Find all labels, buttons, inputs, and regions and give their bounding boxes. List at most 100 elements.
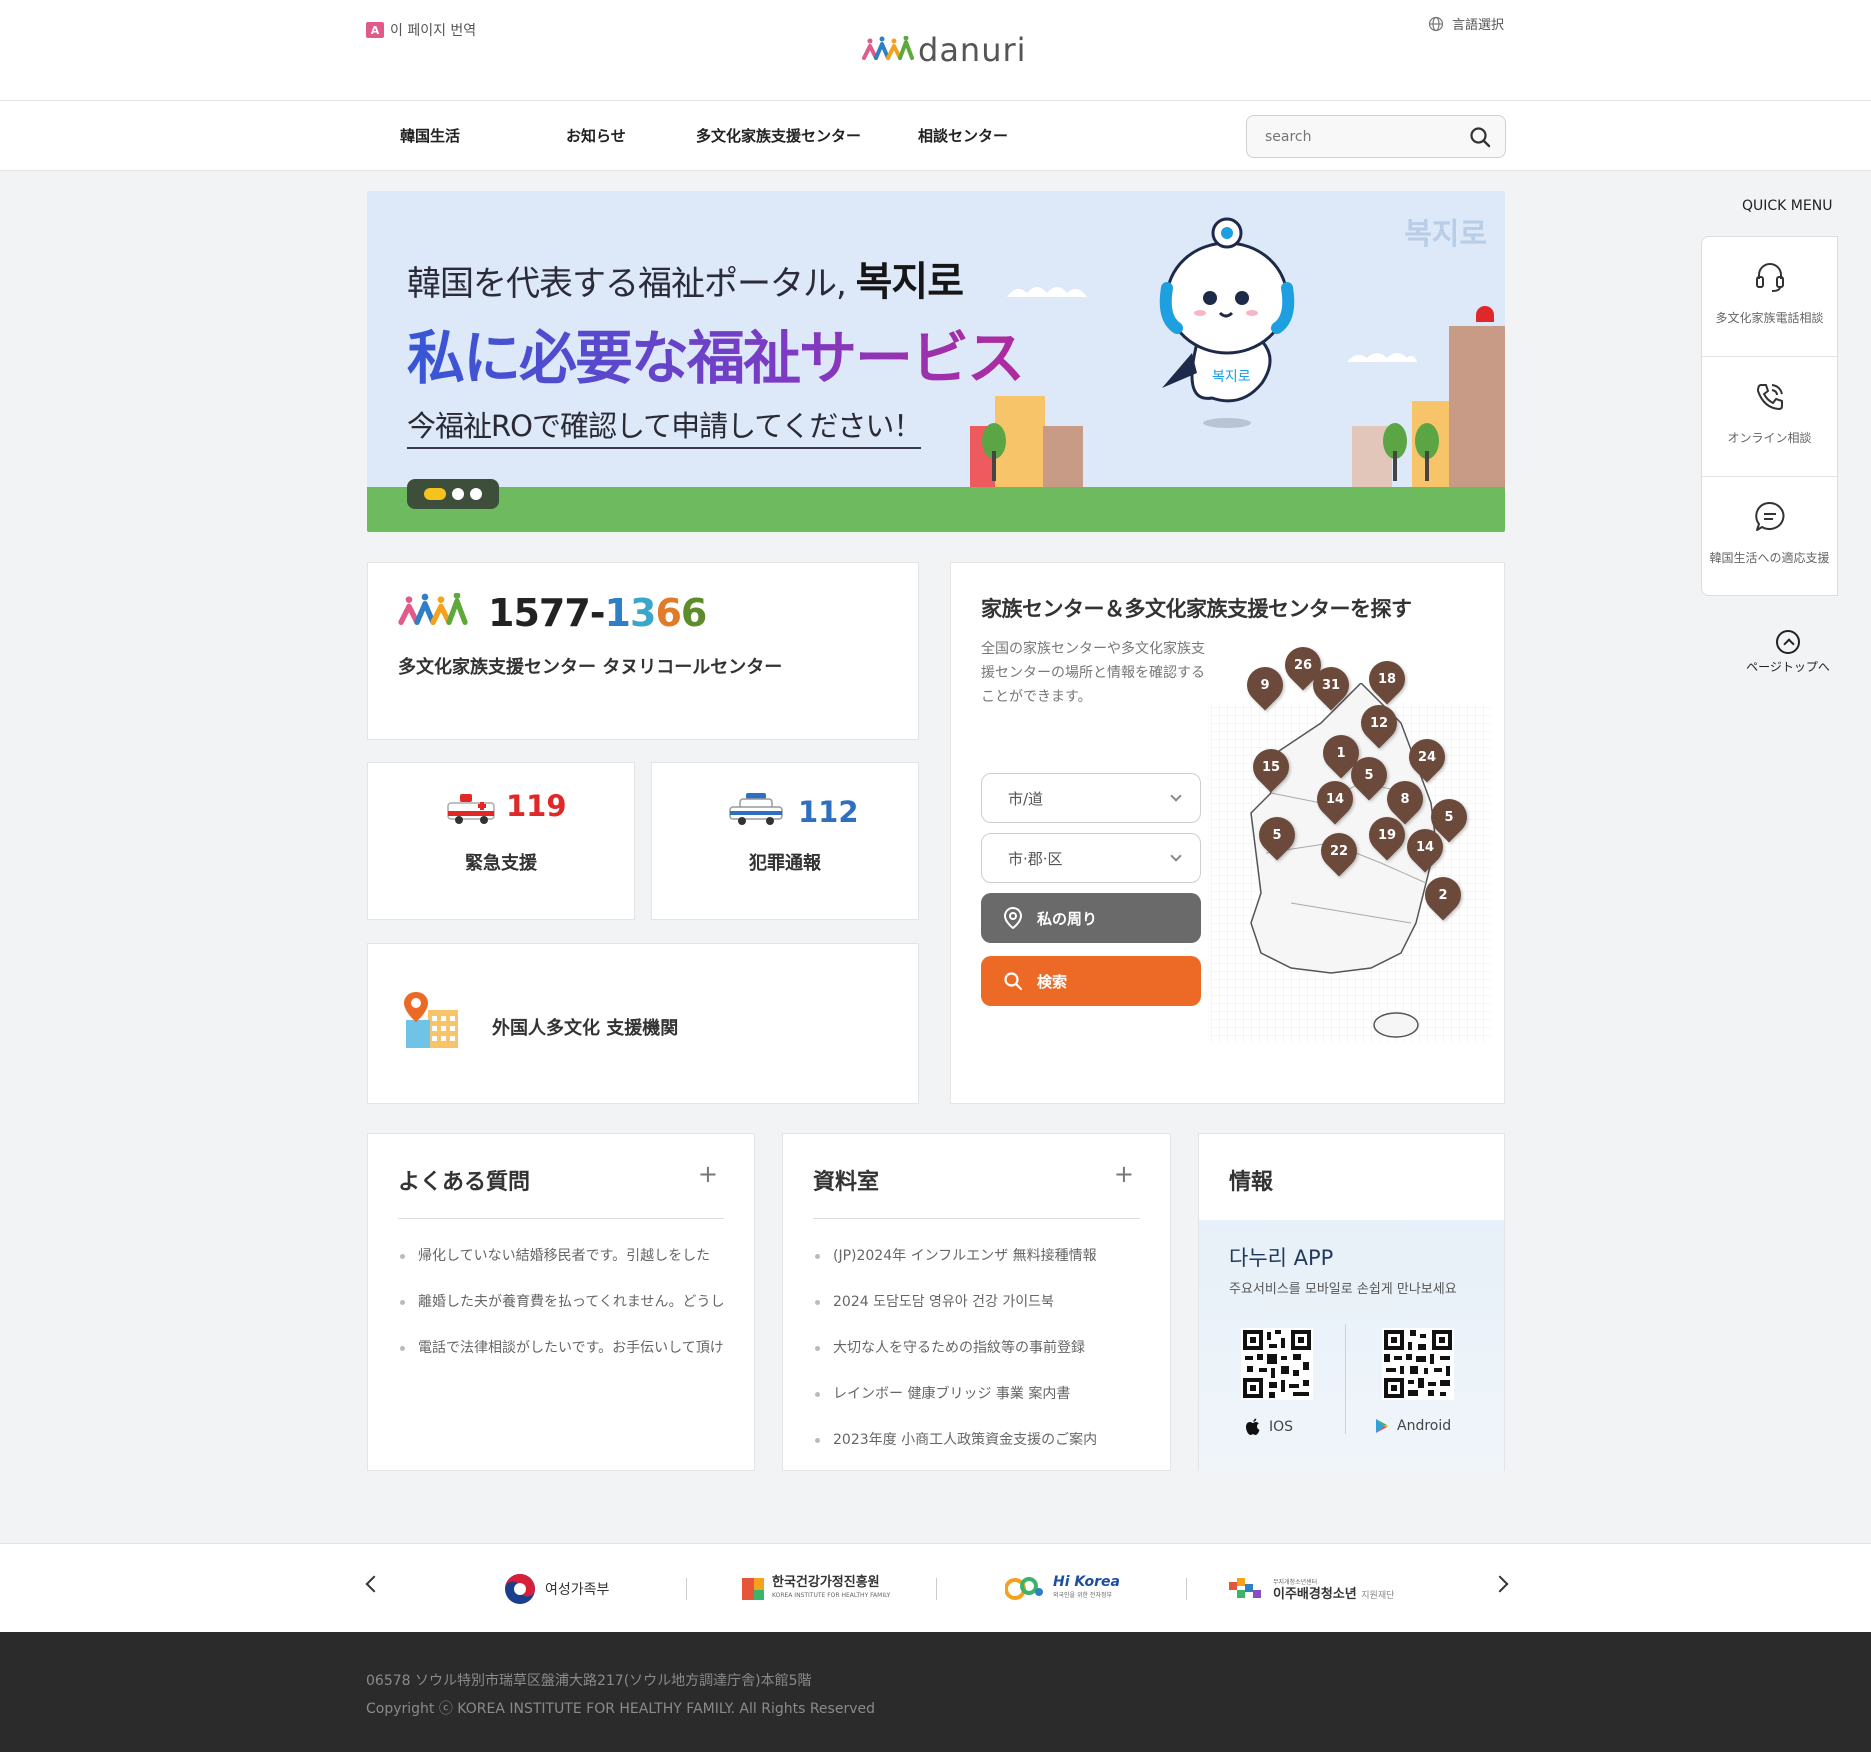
map-pin[interactable]: 14 <box>1309 773 1361 825</box>
city-select[interactable]: 市/道 <box>981 773 1201 823</box>
map-pin-count: 14 <box>1325 791 1345 807</box>
library-item[interactable]: 大切な人を守るための指紋等の事前登録 <box>813 1338 1140 1384</box>
partner-kihf[interactable]: 한국건강가정진흥원 KOREA INSTITUTE FOR HEALTHY FA… <box>742 1574 890 1604</box>
banner-watermark: 복지로 <box>1404 217 1487 252</box>
main-nav: 韓国生活 お知らせ 多文化家族支援センター 相談センター <box>0 101 1871 171</box>
map-pin-count: 8 <box>1400 791 1410 807</box>
call-center-card[interactable]: 1577-1366 多文化家族支援センター タヌリコールセンター <box>367 562 919 740</box>
map-pin[interactable]: 24 <box>1401 731 1453 783</box>
chevron-right-icon[interactable] <box>1491 1575 1509 1593</box>
slide-dot[interactable] <box>452 488 464 500</box>
mascot-character-icon: 복지로 <box>1159 217 1295 428</box>
foreign-support-card[interactable]: 外国人多文化 支援機関 <box>367 943 919 1104</box>
android-qr-code-icon[interactable] <box>1382 1328 1454 1400</box>
map-pin[interactable]: 12 <box>1353 697 1405 749</box>
map-pin[interactable]: 22 <box>1313 825 1365 877</box>
ios-qr-code-icon[interactable] <box>1241 1328 1313 1400</box>
slide-dot[interactable] <box>470 488 482 500</box>
library-item[interactable]: 2024 도담도담 영유아 건강 가이드북 <box>813 1292 1140 1338</box>
police-car-icon <box>729 793 783 825</box>
slide-indicator <box>407 479 499 509</box>
site-footer: 06578 ソウル特別市瑞草区盤浦大路217(ソウル地方調達庁舎)本館5階 Co… <box>0 1632 1871 1752</box>
app-promo: 다누리 APP 주요서비스를 모바일로 손쉽게 만나보세요 IOS Androi… <box>1199 1220 1504 1472</box>
library-item[interactable]: 2023年度 小商工人政策資金支援のご案内 <box>813 1430 1140 1476</box>
top-header: A 이 페이지 번역 danuri 言語選択 <box>0 0 1871 101</box>
language-select[interactable]: 言語選択 <box>1428 14 1504 33</box>
map-pin-count: 15 <box>1261 759 1281 775</box>
app-title: 다누리 APP <box>1229 1246 1334 1270</box>
cloud-icon <box>1007 287 1087 297</box>
translate-link[interactable]: A 이 페이지 번역 <box>366 20 476 40</box>
faq-item[interactable]: 電話で法律相談がしたいです。お手伝いして頂け <box>398 1338 724 1384</box>
map-pin[interactable]: 9 <box>1239 659 1291 711</box>
map-pin-count: 19 <box>1377 827 1397 843</box>
search-box <box>1246 115 1506 158</box>
divider <box>398 1218 724 1219</box>
library-title: 資料室 <box>813 1170 880 1195</box>
nav-counsel-center[interactable]: 相談センター <box>918 125 1008 146</box>
district-select[interactable]: 市·郡·区 <box>981 833 1201 883</box>
library-item[interactable]: (JP)2024年 インフルエンザ 無料接種情報 <box>813 1246 1140 1292</box>
emergency-119-card[interactable]: 119 緊急支援 <box>367 762 635 920</box>
faq-more-button[interactable]: + <box>698 1160 718 1188</box>
nearby-button[interactable]: 私の周り <box>981 893 1201 943</box>
map-pin[interactable]: 18 <box>1361 653 1413 705</box>
map-pin[interactable]: 15 <box>1245 741 1297 793</box>
map-pin[interactable]: 14 <box>1399 821 1451 873</box>
police-112-number: 112 <box>798 795 859 829</box>
library-item[interactable]: レインボー 健康ブリッジ 事業 案内書 <box>813 1384 1140 1430</box>
search-icon[interactable] <box>1469 126 1491 148</box>
partner-mogef[interactable]: 여성가족부 <box>503 1574 609 1604</box>
nav-family-center[interactable]: 多文化家族支援センター <box>696 125 861 146</box>
faq-item[interactable]: 離婚した夫が養育費を払ってくれません。どうし <box>398 1292 724 1338</box>
center-finder-card: 家族センター＆多文化家族支援センターを探す 全国の家族センターや多文化家族支援セ… <box>950 562 1505 1104</box>
chevron-down-icon <box>1170 850 1182 862</box>
app-description: 주요서비스를 모바일로 손쉽게 만나보세요 <box>1229 1282 1457 1297</box>
danuri-waves-icon <box>398 593 468 625</box>
info-title: 情報 <box>1229 1170 1274 1195</box>
map-pin[interactable]: 19 <box>1361 809 1413 861</box>
tree-icon <box>1383 423 1407 481</box>
quick-item-label: 多文化家族電話相談 <box>1715 311 1824 325</box>
finder-search-button[interactable]: 検索 <box>981 956 1201 1006</box>
library-more-button[interactable]: + <box>1114 1160 1134 1188</box>
svg-text:복지로: 복지로 <box>1212 369 1251 385</box>
nav-korea-life[interactable]: 韓国生活 <box>400 125 460 146</box>
finder-title: 家族センター＆多文化家族支援センターを探す <box>981 597 1412 621</box>
divider <box>686 1578 687 1600</box>
ios-link[interactable]: IOS <box>1245 1418 1293 1436</box>
map-pin[interactable]: 2 <box>1417 869 1469 921</box>
quick-online-counsel[interactable]: オンライン相談 <box>1702 357 1837 477</box>
chat-bubble-icon <box>1754 501 1784 531</box>
search-icon <box>1004 972 1023 991</box>
chevron-left-icon[interactable] <box>365 1575 383 1593</box>
globe-icon <box>1428 16 1444 31</box>
translate-icon: A <box>366 22 384 38</box>
quick-adaptation-support[interactable]: 韓国生活への適応支援 <box>1702 477 1837 597</box>
welfare-banner[interactable]: 복지로 韓国を代表する福祉ポータル, 복지로 私に必要な福祉サービス 今福祉RO… <box>367 191 1505 532</box>
partner-rainbow[interactable]: 무지개청소년센터 이주배경청소년 지원재단 <box>1229 1574 1394 1604</box>
info-header: 情報 <box>1199 1134 1504 1220</box>
police-112-card[interactable]: 112 犯罪通報 <box>651 762 919 920</box>
partner-hikorea[interactable]: Hi Korea 외국인을 위한 전자정부 <box>1005 1574 1120 1604</box>
footer-address: 06578 ソウル特別市瑞草区盤浦大路217(ソウル地方調達庁舎)本館5階 <box>366 1673 812 1689</box>
slide-dot-active[interactable] <box>424 488 446 500</box>
quick-phone-counsel[interactable]: 多文化家族電話相談 <box>1702 237 1837 357</box>
danuri-logo[interactable]: danuri <box>862 34 1027 66</box>
banner-grass <box>367 487 1505 532</box>
map-pin-count: 24 <box>1417 749 1437 765</box>
kihf-icon <box>742 1578 764 1600</box>
map-pin-count: 5 <box>1364 767 1374 783</box>
search-input[interactable] <box>1247 116 1447 157</box>
android-link[interactable]: Android <box>1375 1418 1451 1434</box>
page-top-button[interactable]: ページトップへ <box>1743 630 1833 675</box>
call-center-subtitle: 多文化家族支援センター タヌリコールセンター <box>398 657 783 678</box>
nav-notice[interactable]: お知らせ <box>566 125 626 146</box>
map-pin[interactable]: 31 <box>1305 659 1357 711</box>
faq-item[interactable]: 帰化していない結婚移民者です。引越しをした <box>398 1246 724 1292</box>
banner-headline: 私に必要な福祉サービス <box>407 311 1025 395</box>
headset-icon <box>1755 263 1784 292</box>
partner-bar: 여성가족부 한국건강가정진흥원 KOREA INSTITUTE FOR HEAL… <box>0 1543 1871 1632</box>
call-center-number[interactable]: 1577-1366 <box>488 591 707 635</box>
map-pin[interactable]: 5 <box>1251 809 1303 861</box>
